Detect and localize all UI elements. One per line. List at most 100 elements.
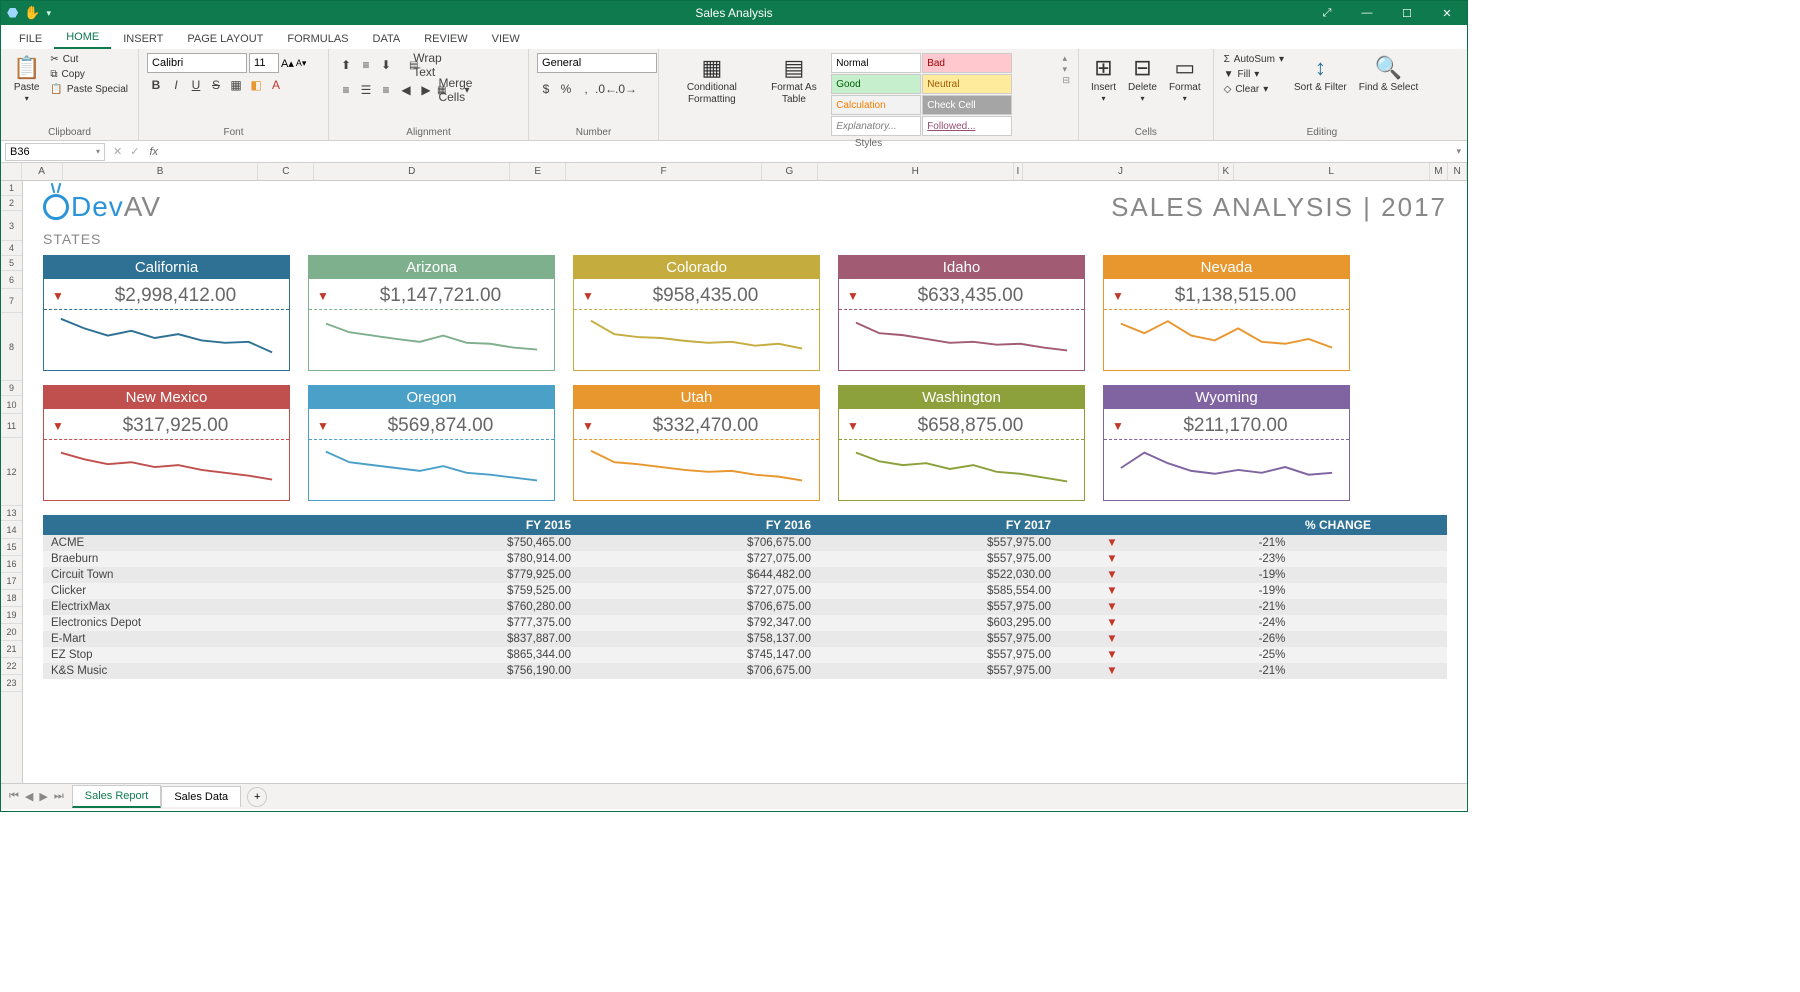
row-header[interactable]: 4 [1,241,22,256]
font-name-input[interactable] [147,53,247,73]
name-box[interactable]: B36▾ [5,143,105,161]
expand-formula-icon[interactable]: ▾ [1450,146,1467,157]
style-cell[interactable]: Followed... [922,116,1012,136]
paste-button[interactable]: 📋Paste▾ [9,53,44,105]
enter-formula-icon[interactable]: ✓ [126,145,143,158]
row-header[interactable]: 12 [1,438,22,506]
row-header[interactable]: 16 [1,556,22,573]
col-header[interactable]: I [1014,163,1023,180]
increase-indent-icon[interactable]: ▶ [417,81,435,99]
align-right-icon[interactable]: ≡ [377,81,395,99]
row-header[interactable]: 3 [1,211,22,241]
col-header[interactable]: H [818,163,1014,180]
ribbon-display-icon[interactable]: ⤢ [1307,7,1347,20]
fx-icon[interactable]: fx [143,146,164,158]
sheet-nav-prev-icon[interactable]: ◀ [25,790,33,803]
row-header[interactable]: 11 [1,414,22,438]
sheet-nav-first-icon[interactable]: ⏮ [9,790,19,803]
sheet-nav-next-icon[interactable]: ▶ [39,790,47,803]
autosum-button[interactable]: ΣAutoSum ▾ [1222,53,1286,66]
format-as-table-button[interactable]: ▤Format As Table [761,53,828,107]
align-left-icon[interactable]: ≡ [337,81,355,99]
row-header[interactable]: 17 [1,573,22,590]
shrink-font-icon[interactable]: A▾ [296,58,307,69]
row-header[interactable]: 2 [1,196,22,211]
worksheet[interactable]: 1234567891011121314151617181920212223 De… [1,181,1467,783]
row-header[interactable]: 8 [1,313,22,381]
paste-special-button[interactable]: 📋Paste Special [48,83,130,96]
style-cell[interactable]: Good [831,74,921,94]
style-cell[interactable]: Check Cell [922,95,1012,115]
percent-icon[interactable]: % [557,80,575,98]
row-header[interactable]: 15 [1,539,22,556]
tab-data[interactable]: DATA [361,29,413,49]
grow-font-icon[interactable]: A▴ [281,57,294,70]
row-header[interactable]: 14 [1,521,22,539]
tab-view[interactable]: VIEW [480,29,532,49]
col-header[interactable]: G [762,163,818,180]
qat-icon-2[interactable]: ✋ [24,5,40,21]
decrease-indent-icon[interactable]: ◀ [397,81,415,99]
style-cell[interactable]: Bad [922,53,1012,73]
gallery-up-icon[interactable]: ▴ [1062,53,1070,64]
tab-insert[interactable]: INSERT [111,29,175,49]
clear-button[interactable]: ◇Clear ▾ [1222,83,1286,96]
sheet-nav-last-icon[interactable]: ⏭ [54,790,64,803]
currency-icon[interactable]: $ [537,80,555,98]
font-size-input[interactable] [249,53,279,73]
style-cell[interactable]: Neutral [922,74,1012,94]
comma-icon[interactable]: , [577,80,595,98]
borders-button[interactable]: ▦ [227,76,245,94]
table-row[interactable]: Clicker $759,525.00 $727,075.00 $585,554… [43,583,1447,599]
fill-color-button[interactable]: ◧ [247,76,265,94]
cut-button[interactable]: ✂Cut [48,53,130,66]
tab-home[interactable]: HOME [54,27,111,49]
row-header[interactable]: 20 [1,624,22,641]
row-header[interactable]: 7 [1,289,22,313]
column-headers[interactable]: ABCDEFGHIJKLMN [1,163,1467,181]
table-row[interactable]: ElectrixMax $760,280.00 $706,675.00 $557… [43,599,1447,615]
table-row[interactable]: Electronics Depot $777,375.00 $792,347.0… [43,615,1447,631]
col-header[interactable]: D [314,163,510,180]
gallery-more-icon[interactable]: ⊟ [1062,75,1070,86]
number-format-select[interactable] [537,53,657,73]
row-header[interactable]: 22 [1,658,22,675]
table-row[interactable]: E-Mart $837,887.00 $758,137.00 $557,975.… [43,631,1447,647]
row-header[interactable]: 6 [1,271,22,289]
row-header[interactable]: 13 [1,506,22,521]
row-header[interactable]: 10 [1,396,22,414]
col-header[interactable]: A [22,163,63,180]
row-header[interactable]: 5 [1,256,22,271]
italic-button[interactable]: I [167,76,185,94]
align-bottom-icon[interactable]: ⬇ [377,56,395,74]
insert-cells-button[interactable]: ⊞Insert▾ [1087,53,1120,105]
cell-styles-gallery[interactable]: NormalBadGoodNeutralCalculationCheck Cel… [831,53,1058,136]
maximize-icon[interactable]: ☐ [1387,7,1427,20]
table-row[interactable]: Braeburn $780,914.00 $727,075.00 $557,97… [43,551,1447,567]
row-headers[interactable]: 1234567891011121314151617181920212223 [1,181,23,783]
col-header[interactable]: B [63,163,259,180]
table-row[interactable]: K&S Music $756,190.00 $706,675.00 $557,9… [43,663,1447,679]
underline-button[interactable]: U [187,76,205,94]
table-row[interactable]: EZ Stop $865,344.00 $745,147.00 $557,975… [43,647,1447,663]
style-cell[interactable]: Calculation [831,95,921,115]
fill-button[interactable]: ▼Fill ▾ [1222,68,1286,81]
style-cell[interactable]: Normal [831,53,921,73]
tab-file[interactable]: FILE [7,29,54,49]
row-header[interactable]: 19 [1,607,22,624]
row-header[interactable]: 9 [1,381,22,396]
tab-formulas[interactable]: FORMULAS [275,29,360,49]
col-header[interactable]: K [1219,163,1234,180]
bold-button[interactable]: B [147,76,165,94]
delete-cells-button[interactable]: ⊟Delete▾ [1124,53,1161,105]
increase-decimal-icon[interactable]: .0← [597,80,615,98]
format-cells-button[interactable]: ▭Format▾ [1165,53,1205,105]
align-top-icon[interactable]: ⬆ [337,56,355,74]
find-select-button[interactable]: 🔍Find & Select [1355,53,1422,96]
col-header[interactable]: L [1234,163,1430,180]
align-middle-icon[interactable]: ≡ [357,56,375,74]
merge-cells-button[interactable]: ▦ Merge Cells ▾ [437,81,469,99]
copy-button[interactable]: ⧉Copy [48,68,130,81]
conditional-formatting-button[interactable]: ▦Conditional Formatting [667,53,757,107]
gallery-down-icon[interactable]: ▾ [1062,64,1070,75]
